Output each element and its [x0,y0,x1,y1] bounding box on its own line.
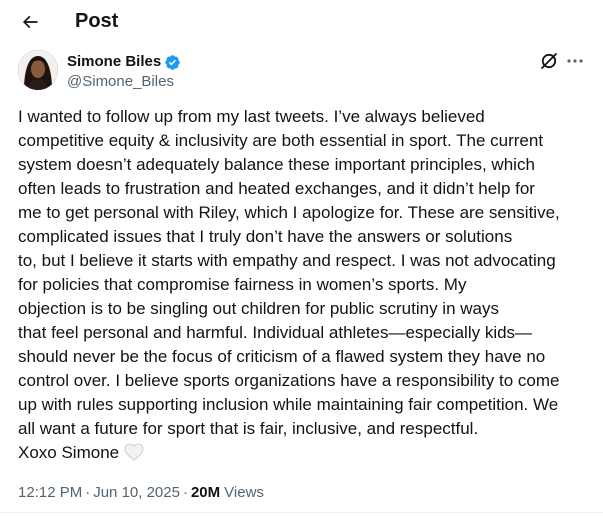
post-line: me to get personal with Riley, which I a… [18,203,560,222]
avatar-image [18,50,58,90]
more-button[interactable] [564,51,586,71]
author-name[interactable]: Simone Biles [67,52,161,72]
white-heart-icon [124,443,144,461]
post-line: system doesn’t adequately balance these … [18,155,535,174]
post-text: I wanted to follow up from my last tweet… [18,105,593,465]
signoff-text: Xoxo Simone [18,443,120,462]
avatar[interactable] [18,50,58,90]
post-page: Post Simone Biles @Simone_Biles I wanted… [0,0,603,516]
post-line: all want a future for sport that is fair… [18,419,479,438]
author-name-row: Simone Biles [67,52,181,72]
grok-button[interactable] [539,51,559,71]
views-label: Views [224,484,264,501]
post-line: complicated issues that I truly don’t ha… [18,227,513,246]
post-line: for policies that compromise fairness in… [18,275,467,294]
post-line: I wanted to follow up from my last tweet… [18,107,485,126]
verified-badge-icon [165,54,180,70]
header: Post [0,0,603,44]
meta-separator: · [85,484,91,501]
page-title: Post [75,10,119,32]
post-line: up with rules supporting inclusion while… [18,395,559,414]
post-line: objection is to be singling out children… [18,299,499,318]
post-line: that feel personal and harmful. Individu… [18,323,533,342]
post-meta: 12:12 PM · Jun 10, 2025 · 20M Views [18,483,264,503]
author-handle[interactable]: @Simone_Biles [67,72,174,92]
arrow-left-icon [22,15,38,29]
post-line: control over. I believe sports organizat… [18,371,560,390]
post-time[interactable]: 12:12 PM [18,483,82,503]
meta-separator: · [182,484,188,501]
back-button[interactable] [14,6,46,38]
post-line: to, but I believe it starts with empathy… [18,251,556,270]
post-line: competitive equity & inclusivity are bot… [18,131,544,150]
post-signoff: Xoxo Simone [18,441,593,465]
views-count[interactable]: 20M [191,483,220,503]
post-line: often leads to frustration and heated ex… [18,179,535,198]
post-line: should never be the focus of criticism o… [18,347,546,366]
divider [0,512,603,513]
grok-icon [541,53,557,69]
post-date[interactable]: Jun 10, 2025 [93,483,180,503]
more-horizontal-icon [567,59,583,63]
